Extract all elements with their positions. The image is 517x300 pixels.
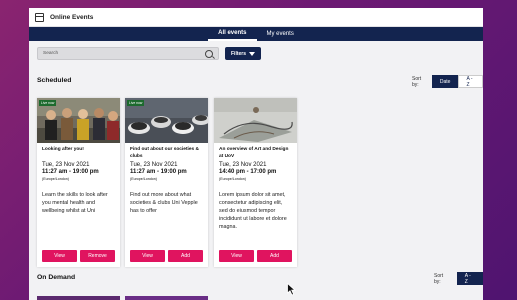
event-title: Find out about our societies & clubs — [130, 147, 200, 159]
event-timezone: (Europe/London) — [219, 177, 246, 181]
event-timezone: (Europe/London) — [42, 177, 69, 181]
add-button[interactable]: Add — [257, 250, 292, 262]
filters-button[interactable]: Filters — [225, 47, 262, 60]
view-button[interactable]: View — [219, 250, 254, 262]
sort-az-button[interactable]: A - Z — [456, 272, 483, 285]
live-now-badge: Live now — [39, 100, 57, 106]
event-date: Tue, 23 Nov 2021 — [42, 162, 90, 168]
event-description: Learn the skills to look after you menta… — [42, 192, 108, 214]
event-image — [214, 98, 297, 143]
event-image: Live now — [37, 98, 120, 143]
sort-by-scheduled: Sort by: Date A - Z — [412, 75, 483, 88]
event-time: 11:27 am - 19:00 pm — [130, 169, 187, 175]
event-card[interactable]: Live now Looking after you! Tue, 23 Nov … — [37, 98, 120, 267]
mouse-cursor-icon — [287, 283, 296, 296]
add-button[interactable]: Add — [168, 250, 203, 262]
event-date: Tue, 23 Nov 2021 — [219, 162, 267, 168]
event-title: An overview of Art and Design at UoV — [219, 147, 289, 159]
title-bar: Online Events — [29, 8, 483, 27]
event-date: Tue, 23 Nov 2021 — [130, 162, 178, 168]
event-card[interactable]: An overview of Art and Design at UoV Tue… — [214, 98, 297, 267]
search-input[interactable]: Search — [37, 47, 219, 60]
filter-funnel-icon — [249, 51, 256, 56]
app-title: Online Events — [50, 13, 94, 21]
event-timezone: (Europe/London) — [130, 177, 157, 181]
search-placeholder: Search — [43, 51, 59, 56]
art-photo — [214, 98, 297, 143]
event-title: Looking after you! — [42, 147, 84, 152]
sort-by-on-demand: Sort by: A - Z — [434, 272, 483, 285]
on-demand-card-preview[interactable] — [125, 296, 208, 300]
sort-date-button[interactable]: Date — [431, 75, 459, 88]
remove-button[interactable]: Remove — [80, 250, 115, 262]
sort-by-label: Sort by: — [434, 272, 444, 285]
app-window: Online Events All events My events Searc… — [29, 8, 483, 300]
tab-my-events[interactable]: My events — [257, 27, 304, 41]
event-time: 11:27 am - 19:00 pm — [42, 169, 99, 175]
search-row: Search Filters — [37, 47, 262, 60]
search-icon[interactable] — [205, 49, 213, 58]
filters-label: Filters — [231, 50, 247, 57]
event-card[interactable]: Live now Find out about our societies & … — [125, 98, 208, 267]
live-now-badge: Live now — [127, 100, 145, 106]
event-description: Lorem ipsum dolor sit amet, consectetur … — [219, 192, 287, 230]
section-title-scheduled: Scheduled — [37, 77, 72, 84]
view-button[interactable]: View — [42, 250, 77, 262]
on-demand-card-preview[interactable] — [37, 296, 120, 300]
event-time: 14:40 pm - 17:00 pm — [219, 169, 277, 175]
event-image: Live now — [125, 98, 208, 143]
tab-bar: All events My events — [29, 27, 483, 41]
view-button[interactable]: View — [130, 250, 165, 262]
tab-all-events[interactable]: All events — [208, 27, 257, 41]
event-description: Find out more about what societies & clu… — [130, 192, 198, 214]
calendar-icon — [35, 12, 44, 22]
section-title-on-demand: On Demand — [37, 274, 76, 281]
sort-by-label: Sort by: — [412, 75, 422, 88]
sort-az-button[interactable]: A - Z — [458, 75, 483, 88]
